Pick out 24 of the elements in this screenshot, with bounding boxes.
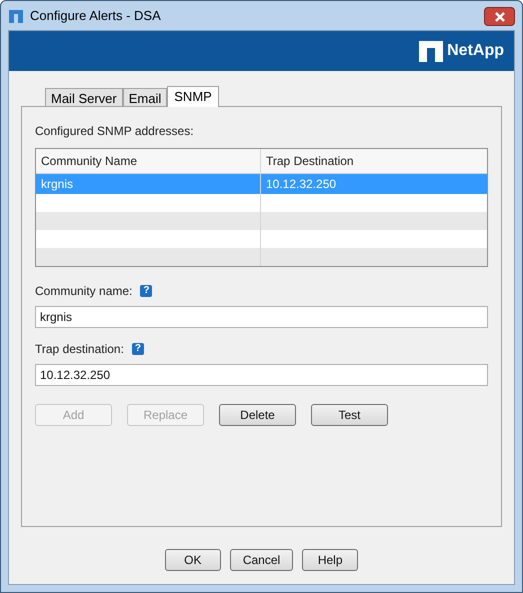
app-icon	[8, 8, 24, 24]
close-button[interactable]	[484, 7, 515, 26]
action-button[interactable]: Delete	[219, 404, 296, 426]
dialog-button[interactable]: Cancel	[230, 549, 294, 571]
field-label: Community name:	[35, 283, 132, 300]
help-icon[interactable]: ?	[140, 285, 152, 297]
window-title: Configure Alerts - DSA	[30, 6, 161, 25]
action-button[interactable]: Test	[311, 404, 388, 426]
table-label: Configured SNMP addresses:	[35, 123, 195, 140]
tab[interactable]: SNMP	[167, 86, 219, 107]
dialog-button[interactable]: Help	[302, 549, 358, 571]
tab[interactable]: Mail Server	[45, 88, 123, 106]
tab[interactable]: Email	[122, 88, 168, 106]
column-header[interactable]: Trap Destination	[261, 149, 487, 173]
column-header[interactable]: Community Name	[36, 149, 261, 173]
input-field[interactable]: krgnis	[35, 306, 488, 328]
close-icon	[494, 12, 506, 22]
help-icon[interactable]: ?	[132, 343, 144, 355]
field-label: Trap destination:	[35, 341, 124, 358]
logo-text: NetApp	[447, 41, 504, 61]
input-field[interactable]: 10.12.32.250	[35, 364, 488, 386]
table-cell-text: 10.12.32.250	[265, 176, 338, 193]
logo-icon	[419, 40, 444, 62]
dialog-button[interactable]: OK	[164, 549, 221, 571]
